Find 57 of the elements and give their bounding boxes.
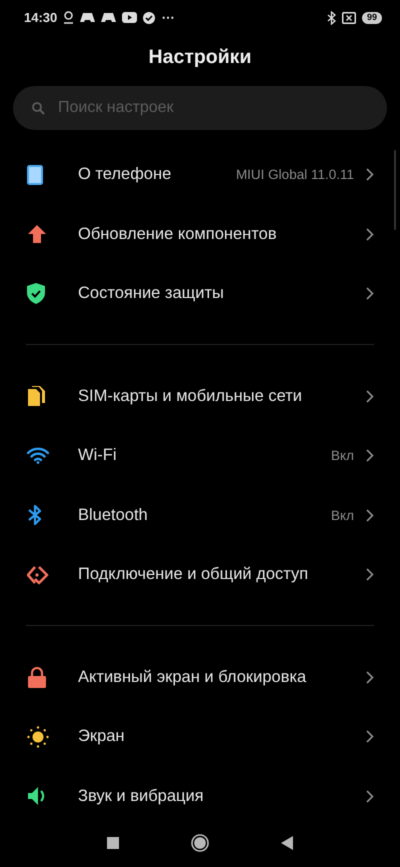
chevron-right-icon: [366, 390, 374, 403]
chevron-right-icon: [366, 228, 374, 241]
settings-item[interactable]: Активный экран и блокировка: [0, 648, 400, 707]
location-icon: [63, 11, 74, 24]
settings-item[interactable]: SIM-карты и мобильные сети: [0, 366, 400, 426]
chevron-right-icon: [366, 670, 374, 684]
chevron-right-icon: [366, 287, 374, 300]
status-time: 14:30: [24, 10, 58, 25]
chevron-right-icon: [366, 449, 374, 462]
check-circle-icon: [143, 12, 156, 24]
settings-item[interactable]: Экран: [0, 707, 400, 766]
item-value: MIUI Global 11.0.11: [236, 167, 354, 182]
settings-item[interactable]: Состояние защиты: [0, 264, 400, 324]
item-label: Bluetooth: [78, 506, 149, 525]
settings-item[interactable]: Звук и вибрация: [0, 766, 400, 826]
item-label: SIM-карты и мобильные сети: [78, 386, 303, 406]
settings-item[interactable]: Обновление компонентов: [0, 204, 400, 264]
bluetooth-icon: [27, 504, 43, 526]
item-value: Вкл: [331, 448, 354, 464]
gamepad-icon: [80, 12, 96, 22]
shield-icon: [27, 283, 45, 304]
chevron-right-icon: [366, 168, 374, 182]
more-notifications: ⋯: [161, 10, 174, 25]
settings-item[interactable]: О телефоне MIUI Global 11.0.11: [0, 145, 400, 204]
item-value: Вкл: [331, 508, 354, 523]
item-label: Экран: [78, 727, 126, 746]
no-sim-icon: [342, 12, 356, 24]
speaker-icon: [27, 786, 47, 806]
share-icon: [27, 564, 49, 585]
item-label: Состояние защиты: [78, 284, 225, 304]
item-label: Звук и вибрация: [78, 786, 205, 806]
chevron-right-icon: [366, 568, 374, 582]
gamepad-icon: [101, 12, 116, 22]
item-label: Подключение и общий доступ: [78, 565, 310, 584]
item-label: Wi-Fi: [78, 446, 118, 466]
bluetooth-icon: [326, 10, 336, 24]
chevron-right-icon: [366, 790, 374, 803]
wifi-icon: [27, 447, 49, 464]
chevron-right-icon: [366, 508, 374, 522]
battery-level: 99: [362, 12, 382, 24]
sun-icon: [27, 726, 49, 748]
chevron-right-icon: [366, 730, 374, 744]
search-field[interactable]: Поиск настроек: [13, 86, 387, 130]
lock-icon: [27, 666, 47, 688]
back-button[interactable]: [281, 836, 293, 850]
phone-icon: [27, 164, 43, 185]
settings-item[interactable]: Wi-Fi Вкл: [0, 426, 400, 486]
page-title: Настройки: [148, 45, 252, 70]
item-label: Активный экран и блокировка: [78, 668, 308, 687]
sim-cards-icon: [27, 386, 45, 406]
settings-item[interactable]: Bluetooth Вкл: [0, 486, 400, 545]
item-label: Обновление компонентов: [78, 224, 278, 244]
video-play-icon: [122, 12, 138, 23]
up-arrow-icon: [27, 224, 47, 244]
item-label: О телефоне: [78, 165, 172, 184]
settings-item[interactable]: Подключение и общий доступ: [0, 545, 400, 604]
home-button[interactable]: [191, 834, 209, 852]
